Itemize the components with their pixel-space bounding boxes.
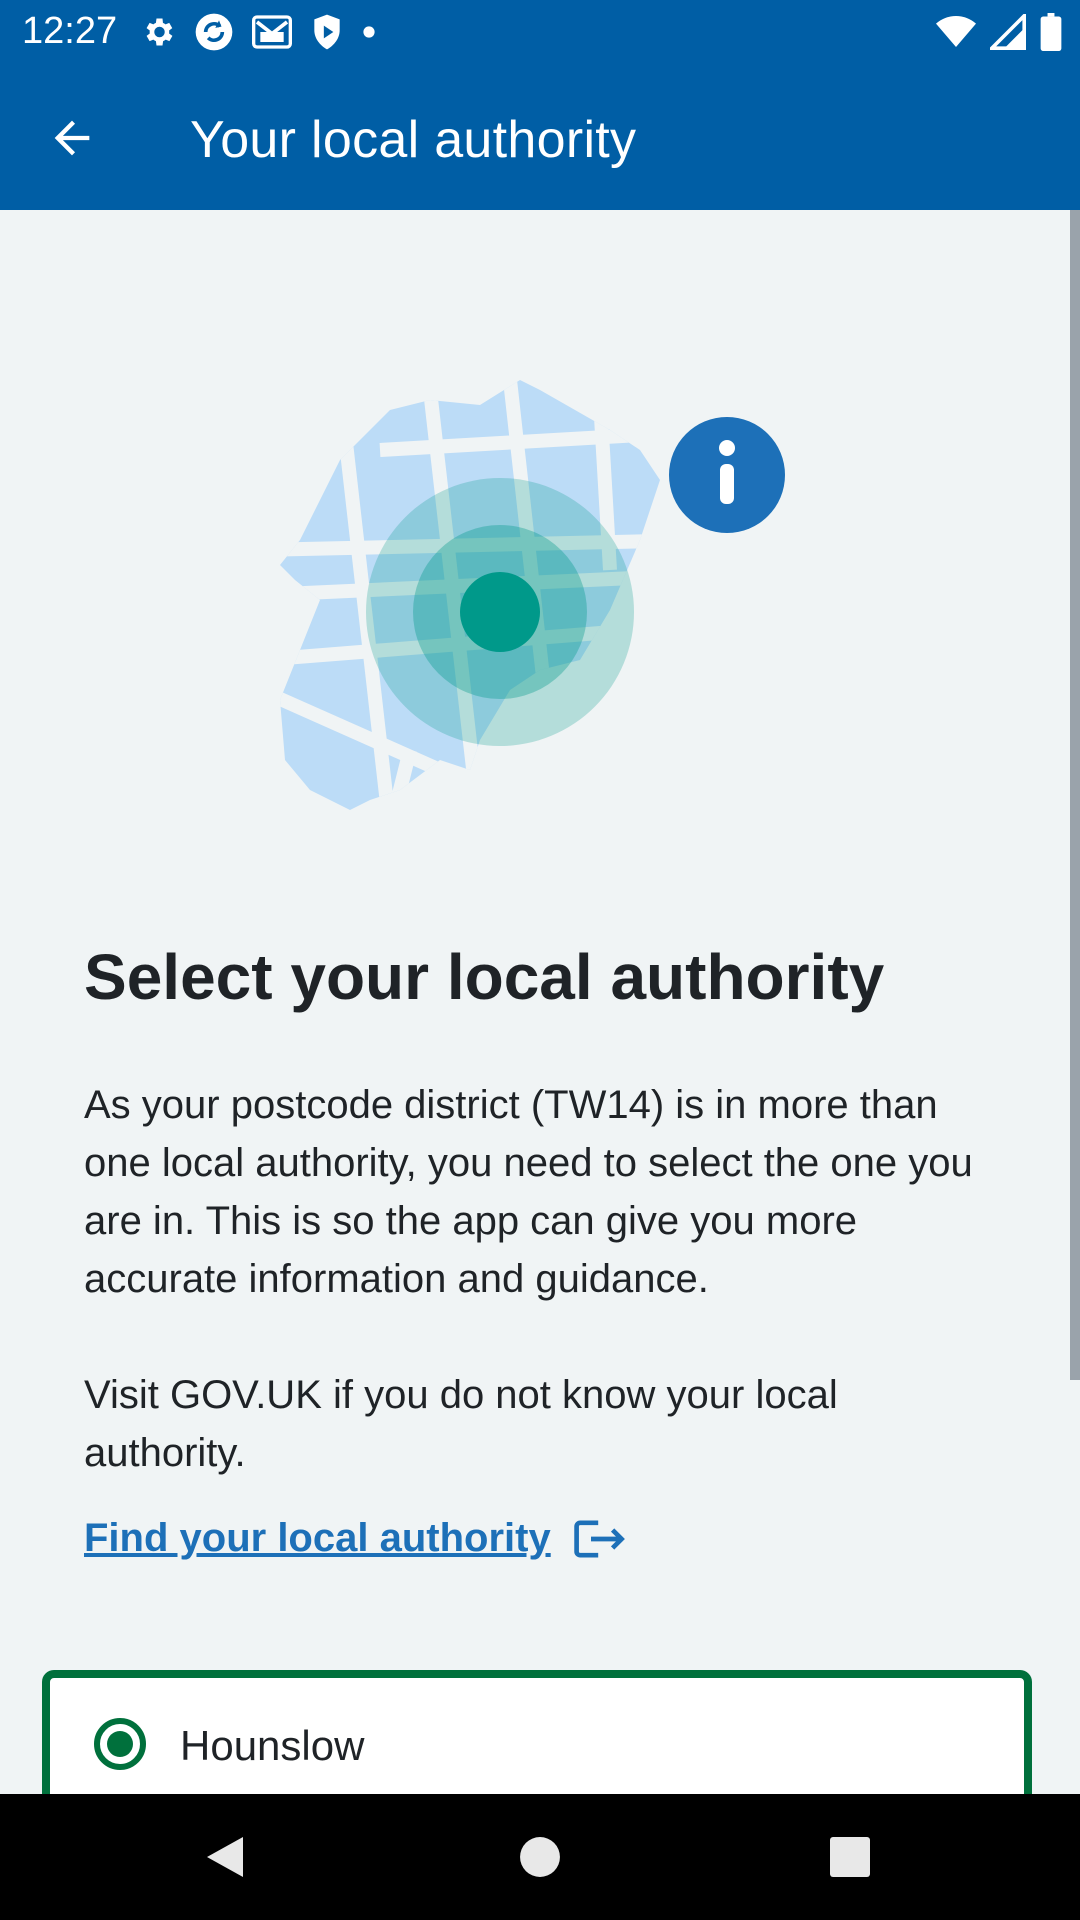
back-triangle-icon bbox=[207, 1837, 243, 1877]
page-title: Your local authority bbox=[190, 111, 637, 169]
external-link-icon bbox=[573, 1519, 625, 1558]
help-paragraph: Visit GOV.UK if you do not know your loc… bbox=[84, 1373, 838, 1475]
back-button[interactable] bbox=[40, 106, 104, 170]
sync-icon bbox=[194, 12, 234, 52]
shield-icon bbox=[310, 13, 344, 51]
nav-back-button[interactable] bbox=[195, 1827, 255, 1887]
status-time: 12:27 bbox=[22, 10, 118, 52]
nav-home-button[interactable] bbox=[510, 1827, 570, 1887]
wifi-icon bbox=[936, 15, 976, 49]
gear-icon bbox=[140, 14, 176, 50]
system-status-icons bbox=[936, 12, 1062, 52]
status-bar: 12:27 bbox=[0, 0, 1080, 64]
radio-dot bbox=[107, 1731, 133, 1757]
arrow-left-icon bbox=[54, 120, 90, 156]
find-local-authority-link[interactable]: Find your local authority bbox=[84, 1516, 627, 1561]
link-label: Find your local authority bbox=[84, 1516, 551, 1560]
system-nav-bar bbox=[0, 1794, 1080, 1920]
nav-recents-button[interactable] bbox=[820, 1827, 880, 1887]
battery-icon bbox=[1040, 13, 1062, 51]
option-card-hounslow[interactable]: Hounslow bbox=[42, 1670, 1032, 1794]
intro-paragraph: As your postcode district (TW14) is in m… bbox=[84, 1083, 973, 1301]
info-icon bbox=[669, 417, 785, 533]
signal-icon bbox=[990, 14, 1026, 50]
section-heading: Select your local authority bbox=[84, 941, 885, 1013]
home-circle-icon bbox=[520, 1837, 560, 1877]
main-content[interactable]: Select your local authority As your post… bbox=[0, 210, 1080, 1794]
scrollbar[interactable] bbox=[1070, 210, 1080, 1380]
app-bar: Your local authority bbox=[0, 64, 1080, 210]
recents-square-icon bbox=[830, 1837, 870, 1877]
radio-selected[interactable] bbox=[94, 1718, 146, 1770]
option-label: Hounslow bbox=[180, 1722, 365, 1769]
map-illustration bbox=[280, 370, 800, 870]
gmail-icon bbox=[252, 14, 292, 50]
dot-icon bbox=[362, 25, 376, 39]
notification-icons bbox=[140, 12, 376, 52]
